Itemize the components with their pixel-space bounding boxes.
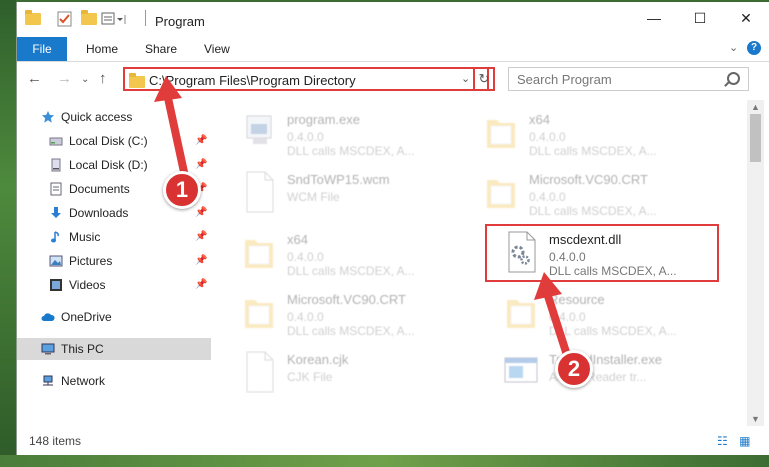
annotation-arrows (154, 76, 570, 356)
arrow-1 (154, 76, 188, 176)
arrow-2 (534, 272, 570, 356)
step-badge-2: 2 (555, 350, 593, 388)
step-badge-1: 1 (163, 171, 201, 209)
